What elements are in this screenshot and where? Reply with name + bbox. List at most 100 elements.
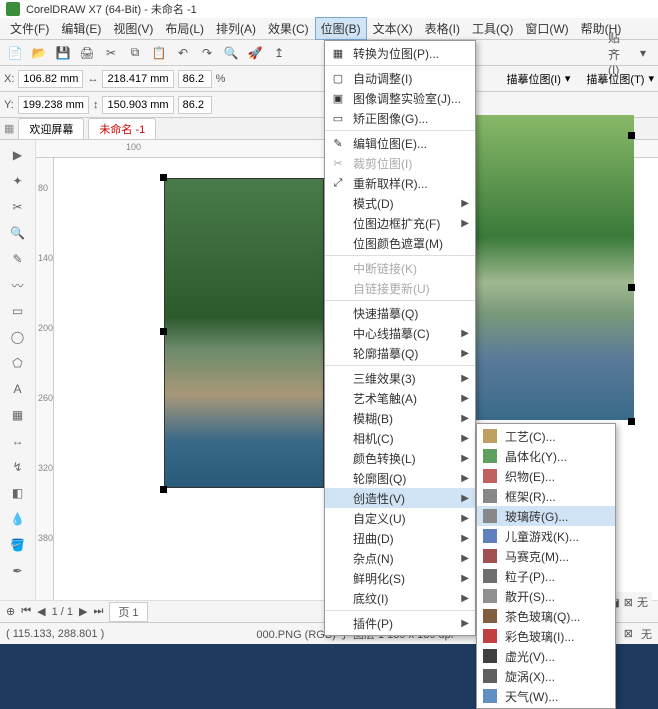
menuitem-自动调整I[interactable]: ▢自动调整(I) — [325, 68, 475, 88]
submenuitem-儿童游戏K[interactable]: 儿童游戏(K)... — [477, 526, 615, 546]
menuitem-轮廓图Q[interactable]: 轮廓图(Q)▶ — [325, 468, 475, 488]
menu-view[interactable]: 视图(V) — [107, 17, 159, 40]
outline-tool-icon[interactable]: ✒ — [7, 560, 29, 582]
menuitem-艺术笔触A[interactable]: 艺术笔触(A)▶ — [325, 388, 475, 408]
eyedropper-tool-icon[interactable]: 💧 — [7, 508, 29, 530]
submenuitem-散开S[interactable]: 散开(S)... — [477, 586, 615, 606]
menuitem-快速描摹Q[interactable]: 快速描摹(Q) — [325, 303, 475, 323]
print-icon[interactable]: 🖨 — [76, 42, 98, 64]
handle-ml[interactable] — [160, 328, 167, 335]
menu-file[interactable]: 文件(F) — [4, 17, 55, 40]
menuitem-编辑位图E[interactable]: ✎编辑位图(E)... — [325, 133, 475, 153]
table-tool-icon[interactable]: ▦ — [7, 404, 29, 426]
x-input[interactable]: 106.82 mm — [18, 70, 83, 88]
submenuitem-虚光V[interactable]: 虚光(V)... — [477, 646, 615, 666]
next-page-icon[interactable]: ▶ — [79, 605, 87, 618]
menuitem-模式D[interactable]: 模式(D)▶ — [325, 193, 475, 213]
save-icon[interactable]: 💾 — [52, 42, 74, 64]
menuitem-转换为位图P[interactable]: ▦转换为位图(P)... — [325, 43, 475, 63]
selected-bitmap[interactable] — [164, 178, 324, 488]
crop-tool-icon[interactable]: ✂ — [7, 196, 29, 218]
freehand-tool-icon[interactable]: ✎ — [7, 248, 29, 270]
scale-x-input[interactable]: 86.2 — [178, 70, 212, 88]
scale-y-input[interactable]: 86.2 — [178, 96, 212, 114]
menuitem-三维效果3[interactable]: 三维效果(3)▶ — [325, 368, 475, 388]
redo-icon[interactable]: ↷ — [196, 42, 218, 64]
menuitem-模糊B[interactable]: 模糊(B)▶ — [325, 408, 475, 428]
submenuitem-工艺C[interactable]: 工艺(C)... — [477, 426, 615, 446]
menu-arrange[interactable]: 排列(A) — [210, 17, 262, 40]
effects-tool-icon[interactable]: ◧ — [7, 482, 29, 504]
h-input[interactable]: 150.903 mm — [102, 96, 173, 114]
menu-bitmap[interactable]: 位图(B) — [315, 17, 367, 40]
submenuitem-晶体化Y[interactable]: 晶体化(Y)... — [477, 446, 615, 466]
submenuitem-马赛克M[interactable]: 马赛克(M)... — [477, 546, 615, 566]
menuitem-创造性V[interactable]: 创造性(V)▶ — [325, 488, 475, 508]
dimension-tool-icon[interactable]: ↔ — [7, 430, 29, 452]
open-icon[interactable]: 📂 — [28, 42, 50, 64]
menuitem-底纹I[interactable]: 底纹(I)▶ — [325, 588, 475, 608]
submenuitem-框架R[interactable]: 框架(R)... — [477, 486, 615, 506]
shape-tool-icon[interactable]: ✦ — [7, 170, 29, 192]
pick-tool-icon[interactable]: ▶ — [7, 144, 29, 166]
menuitem-轮廓描摹Q[interactable]: 轮廓描摹(Q)▶ — [325, 343, 475, 363]
menu-text[interactable]: 文本(X) — [367, 17, 419, 40]
menuitem-扭曲D[interactable]: 扭曲(D)▶ — [325, 528, 475, 548]
zoom-tool-icon[interactable]: 🔍 — [7, 222, 29, 244]
y-input[interactable]: 199.238 mm — [18, 96, 89, 114]
polygon-tool-icon[interactable]: ⬠ — [7, 352, 29, 374]
submenuitem-粒子P[interactable]: 粒子(P)... — [477, 566, 615, 586]
new-icon[interactable]: 📄 — [4, 42, 26, 64]
artistic-media-icon[interactable]: 〰 — [7, 274, 29, 296]
chevron-down-icon[interactable]: ▾ — [632, 42, 654, 64]
menuitem-重新取样R[interactable]: ⤢重新取样(R)... — [325, 173, 475, 193]
menuitem-位图颜色遮罩M[interactable]: 位图颜色遮罩(M) — [325, 233, 475, 253]
menuitem-矫正图像G[interactable]: ▭矫正图像(G)... — [325, 108, 475, 128]
menuitem-相机C[interactable]: 相机(C)▶ — [325, 428, 475, 448]
search-icon[interactable]: 🔍 — [220, 42, 242, 64]
connector-tool-icon[interactable]: ↯ — [7, 456, 29, 478]
cut-icon[interactable]: ✂ — [100, 42, 122, 64]
menuitem-自定义U[interactable]: 自定义(U)▶ — [325, 508, 475, 528]
menuitem-鲜明化S[interactable]: 鲜明化(S)▶ — [325, 568, 475, 588]
add-page-icon[interactable]: ⊕ — [6, 605, 15, 618]
paste-icon[interactable]: 📋 — [148, 42, 170, 64]
handle-bl[interactable] — [160, 486, 167, 493]
menuitem-图像调整实验室J[interactable]: ▣图像调整实验室(J)... — [325, 88, 475, 108]
tab-welcome[interactable]: 欢迎屏幕 — [18, 118, 84, 140]
launch-icon[interactable]: 🚀 — [244, 42, 266, 64]
text-tool-icon[interactable]: A — [7, 378, 29, 400]
rectangle-tool-icon[interactable]: ▭ — [7, 300, 29, 322]
trace-bitmap-btn2[interactable]: 描摹位图(T) — [586, 71, 644, 87]
menuitem-插件P[interactable]: 插件(P)▶ — [325, 613, 475, 633]
tab-document[interactable]: 未命名 -1 — [88, 118, 156, 140]
fill-tool-icon[interactable]: 🪣 — [7, 534, 29, 556]
menuitem-位图边框扩充F[interactable]: 位图边框扩充(F)▶ — [325, 213, 475, 233]
menu-table[interactable]: 表格(I) — [419, 17, 466, 40]
handle-mr[interactable] — [628, 284, 635, 291]
copy-icon[interactable]: ⧉ — [124, 42, 146, 64]
last-page-icon[interactable]: ⏭ — [93, 605, 103, 618]
submenuitem-玻璃砖G[interactable]: 玻璃砖(G)... — [477, 506, 615, 526]
menuitem-颜色转换L[interactable]: 颜色转换(L)▶ — [325, 448, 475, 468]
snap-dropdown[interactable]: 贴齐(I) — [608, 42, 630, 64]
menuitem-中心线描摹C[interactable]: 中心线描摹(C)▶ — [325, 323, 475, 343]
submenuitem-彩色玻璃I[interactable]: 彩色玻璃(I)... — [477, 626, 615, 646]
ellipse-tool-icon[interactable]: ◯ — [7, 326, 29, 348]
menu-layout[interactable]: 布局(L) — [159, 17, 210, 40]
menu-edit[interactable]: 编辑(E) — [55, 17, 107, 40]
handle-br[interactable] — [628, 418, 635, 425]
menu-window[interactable]: 窗口(W) — [519, 17, 574, 40]
page-tab[interactable]: 页 1 — [109, 602, 147, 622]
submenuitem-天气W[interactable]: 天气(W)... — [477, 686, 615, 706]
menu-tools[interactable]: 工具(Q) — [466, 17, 519, 40]
undo-icon[interactable]: ↶ — [172, 42, 194, 64]
submenuitem-茶色玻璃Q[interactable]: 茶色玻璃(Q)... — [477, 606, 615, 626]
publish-icon[interactable]: ↥ — [268, 42, 290, 64]
trace-bitmap-btn[interactable]: 描摹位图(I) — [507, 71, 561, 87]
prev-page-icon[interactable]: ◀ — [37, 605, 45, 618]
handle-tl[interactable] — [160, 174, 167, 181]
menu-effects[interactable]: 效果(C) — [262, 17, 315, 40]
handle-tr[interactable] — [628, 132, 635, 139]
first-page-icon[interactable]: ⏮ — [21, 605, 31, 618]
